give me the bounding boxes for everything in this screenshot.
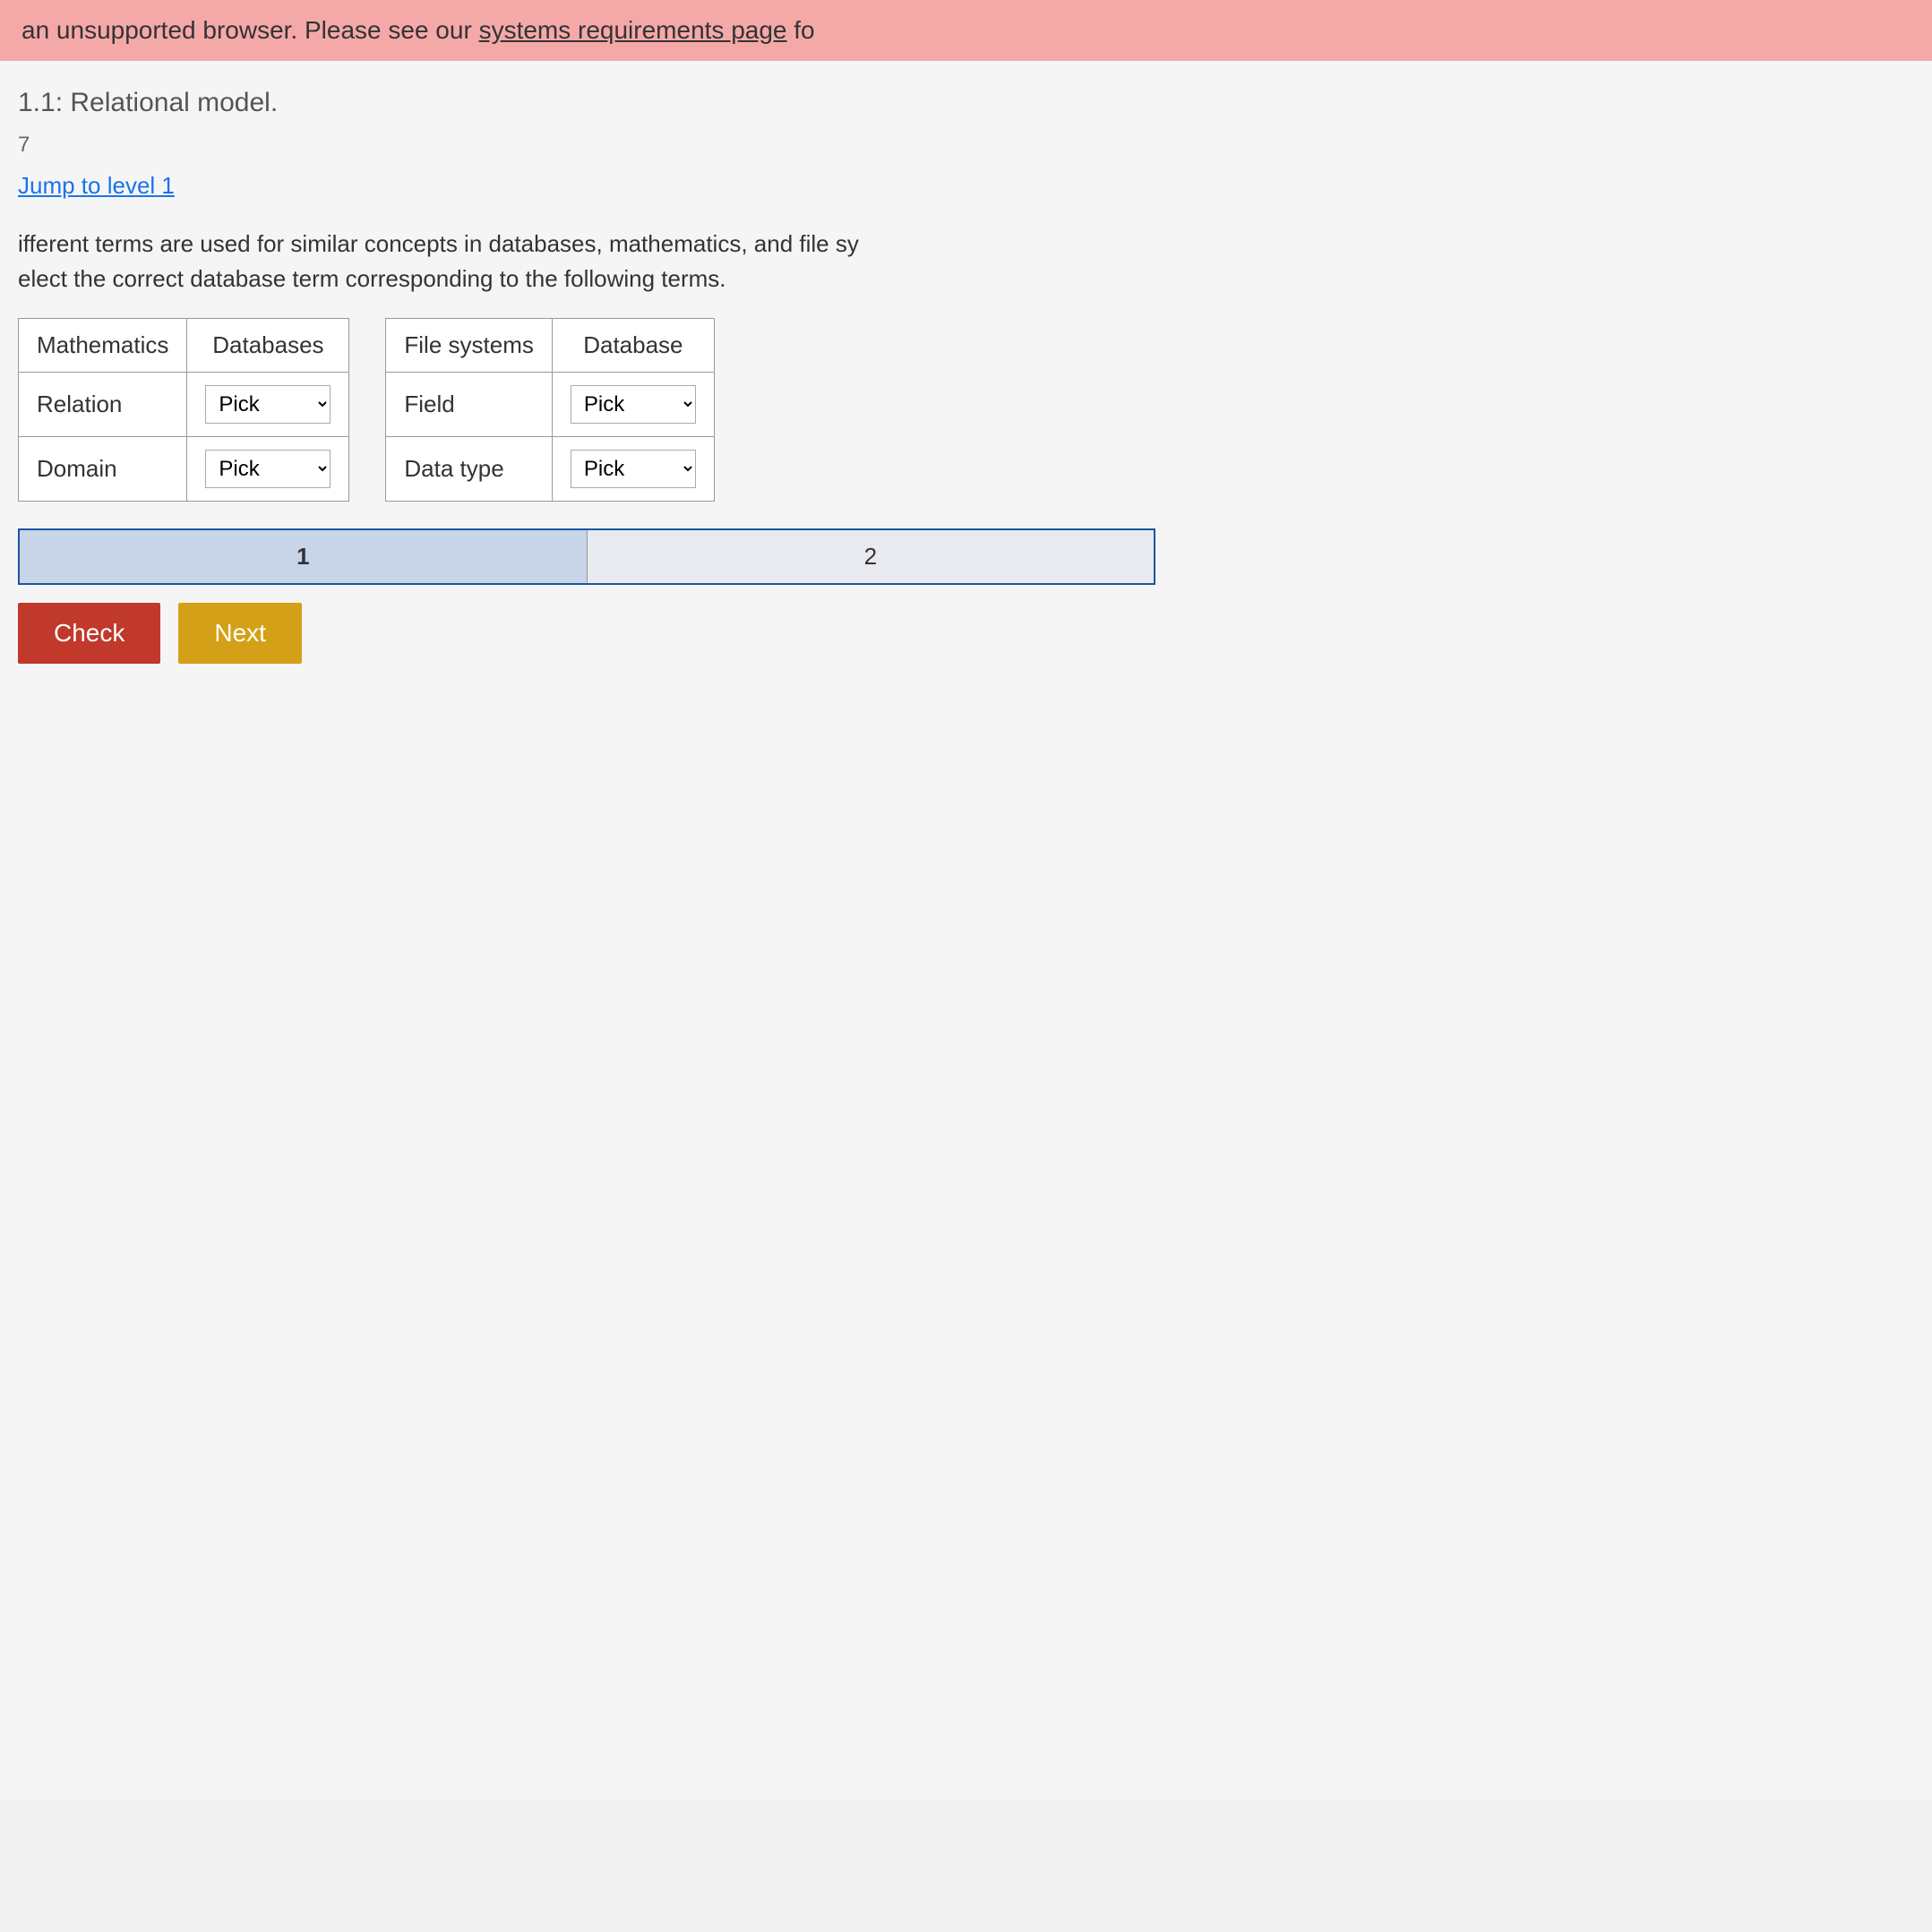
banner-text-after: fo <box>787 16 815 44</box>
domain-pick-select[interactable]: Pick Table Column Row Attribute Tuple Re… <box>205 450 331 488</box>
unsupported-browser-banner: an unsupported browser. Please see our s… <box>0 0 1932 61</box>
main-content: 1.1: Relational model. 7 Jump to level 1… <box>0 61 1932 1799</box>
description-line2: elect the correct database term correspo… <box>18 262 1914 296</box>
tables-container: Mathematics Databases Relation Pick Tabl… <box>18 318 1914 502</box>
databases-col-header: Databases <box>187 319 349 373</box>
relation-term: Relation <box>19 373 187 437</box>
relation-pick-select[interactable]: Pick Table Column Row Attribute Tuple Re… <box>205 385 331 424</box>
math-databases-table: Mathematics Databases Relation Pick Tabl… <box>18 318 349 502</box>
banner-text: an unsupported browser. Please see our <box>21 16 479 44</box>
filesystems-col-header: File systems <box>386 319 552 373</box>
table-row: Relation Pick Table Column Row Attribute… <box>19 373 349 437</box>
section-title: 1.1: Relational model. <box>18 88 1914 118</box>
domain-term: Domain <box>19 437 187 502</box>
table-row: Data type Pick Table Column Row Attribut… <box>386 437 714 502</box>
jump-to-level-link[interactable]: Jump to level 1 <box>18 172 175 200</box>
description: ifferent terms are used for similar conc… <box>18 227 1914 296</box>
section-number: 7 <box>18 133 1914 158</box>
field-pick-cell: Pick Table Column Row Attribute Tuple Re… <box>552 373 714 437</box>
datatype-term: Data type <box>386 437 552 502</box>
database-col-header: Database <box>552 319 714 373</box>
buttons-row: Check Next <box>18 603 1914 664</box>
table-row: Domain Pick Table Column Row Attribute T… <box>19 437 349 502</box>
check-button[interactable]: Check <box>18 603 160 664</box>
pagination-bar: 1 2 <box>18 528 1155 585</box>
filesystems-databases-table: File systems Database Field Pick Table C… <box>385 318 714 502</box>
systems-requirements-link[interactable]: systems requirements page <box>479 16 787 44</box>
field-pick-select[interactable]: Pick Table Column Row Attribute Tuple Re… <box>571 385 696 424</box>
domain-pick-cell: Pick Table Column Row Attribute Tuple Re… <box>187 437 349 502</box>
table-row: Field Pick Table Column Row Attribute Tu… <box>386 373 714 437</box>
next-button[interactable]: Next <box>178 603 302 664</box>
page-1-item[interactable]: 1 <box>20 530 588 583</box>
page-2-item[interactable]: 2 <box>588 530 1155 583</box>
field-term: Field <box>386 373 552 437</box>
datatype-pick-cell: Pick Table Column Row Attribute Tuple Re… <box>552 437 714 502</box>
math-col-header: Mathematics <box>19 319 187 373</box>
datatype-pick-select[interactable]: Pick Table Column Row Attribute Tuple Re… <box>571 450 696 488</box>
relation-pick-cell: Pick Table Column Row Attribute Tuple Re… <box>187 373 349 437</box>
description-line1: ifferent terms are used for similar conc… <box>18 227 1914 262</box>
